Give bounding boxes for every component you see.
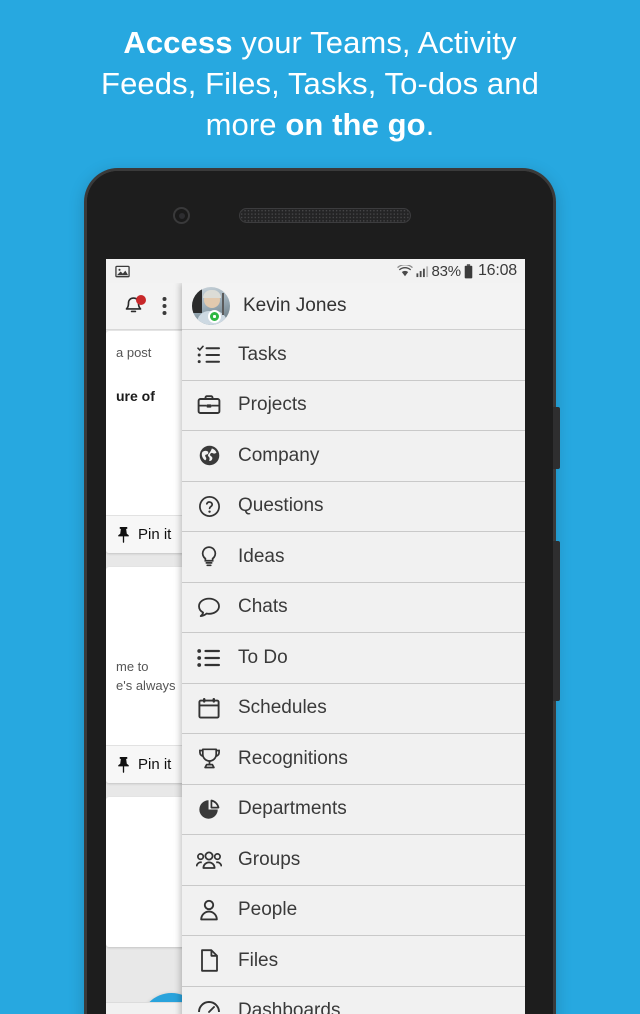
online-status-indicator <box>208 310 221 323</box>
avatar-hair <box>203 290 221 298</box>
headline-line-1: Access your Teams, Activity <box>56 22 584 63</box>
headline-line-1-rest: your Teams, Activity <box>232 25 517 60</box>
pin-it-label: Pin it <box>138 526 172 543</box>
headline-emphasis-access: Access <box>123 25 233 60</box>
clock-label: 16:08 <box>477 262 517 279</box>
menu-item-todo[interactable]: To Do <box>182 633 525 684</box>
earpiece-speaker <box>239 208 411 223</box>
menu-item-label: Dashboards <box>238 1000 341 1014</box>
battery-percent-label: 83% <box>431 262 462 280</box>
menu-item-label: People <box>238 899 298 921</box>
drawer-menu: Tasks Projects Company Questions Ideas C… <box>182 330 525 1014</box>
drawer-user-name: Kevin Jones <box>243 295 347 316</box>
signal-bars-icon <box>415 265 429 278</box>
headline-emphasis-onthego: on the go <box>285 107 426 142</box>
menu-item-people[interactable]: People <box>182 885 525 936</box>
menu-item-label: Schedules <box>238 697 327 719</box>
pie-chart-icon <box>196 798 222 821</box>
file-document-icon <box>196 949 222 972</box>
status-bar-right: 83% 16:08 <box>396 262 517 280</box>
menu-item-label: Chats <box>238 596 288 618</box>
volume-button[interactable] <box>553 407 560 469</box>
front-camera-icon <box>173 207 190 224</box>
page-title: Access your Teams, Activity Feeds, Files… <box>0 22 640 145</box>
calendar-icon <box>196 697 222 719</box>
menu-item-projects[interactable]: Projects <box>182 380 525 431</box>
menu-item-groups[interactable]: Groups <box>182 835 525 886</box>
phone-screen: 83% 16:08 a post ure of Pin it me to e's… <box>106 259 525 1014</box>
dashboard-icon <box>196 1000 222 1014</box>
menu-item-questions[interactable]: Questions <box>182 481 525 532</box>
menu-item-schedules[interactable]: Schedules <box>182 683 525 734</box>
headline-line-3-post: . <box>425 107 435 142</box>
avatar-bg-shape <box>192 287 202 313</box>
image-icon <box>115 264 130 279</box>
wifi-icon <box>396 264 413 278</box>
menu-item-label: Tasks <box>238 343 287 365</box>
menu-item-ideas[interactable]: Ideas <box>182 532 525 583</box>
navigation-drawer: Kevin Jones Tasks Projects Company Quest… <box>182 283 525 1014</box>
menu-item-company[interactable]: Company <box>182 431 525 482</box>
chat-bubble-icon <box>196 596 222 618</box>
briefcase-icon <box>196 394 222 416</box>
status-bar-left <box>115 264 130 279</box>
battery-icon <box>464 263 473 279</box>
phone-top-bezel <box>87 171 553 259</box>
globe-icon <box>196 444 222 467</box>
pushpin-icon <box>116 756 131 773</box>
menu-item-recognitions[interactable]: Recognitions <box>182 734 525 785</box>
bell-icon[interactable] <box>122 294 146 318</box>
bullet-list-icon <box>196 648 222 668</box>
menu-item-label: Groups <box>238 848 301 870</box>
more-vertical-icon[interactable] <box>162 296 167 316</box>
trophy-icon <box>196 747 222 770</box>
drawer-user-header[interactable]: Kevin Jones <box>182 283 525 330</box>
person-icon <box>196 899 222 921</box>
phone-mockup: 83% 16:08 a post ure of Pin it me to e's… <box>84 168 560 1014</box>
menu-item-dashboards[interactable]: Dashboards <box>182 986 525 1014</box>
power-button[interactable] <box>553 541 560 701</box>
menu-item-label: To Do <box>238 646 288 668</box>
headline-line-2: Feeds, Files, Tasks, To-dos and <box>101 66 539 101</box>
menu-item-label: Files <box>238 949 279 971</box>
menu-item-label: Questions <box>238 495 324 517</box>
notification-badge <box>136 294 146 305</box>
menu-item-label: Company <box>238 444 320 466</box>
menu-item-files[interactable]: Files <box>182 936 525 987</box>
avatar-golf-club <box>222 293 224 315</box>
menu-item-label: Projects <box>238 394 307 416</box>
menu-item-label: Departments <box>238 798 347 820</box>
menu-item-tasks[interactable]: Tasks <box>182 330 525 381</box>
pin-it-label: Pin it <box>138 756 172 773</box>
menu-item-label: Ideas <box>238 545 285 567</box>
lightbulb-icon <box>196 545 222 568</box>
headline-line-3-pre: more <box>205 107 286 142</box>
pushpin-icon <box>116 526 131 543</box>
people-group-icon <box>196 850 222 870</box>
menu-item-label: Recognitions <box>238 747 348 769</box>
headline-line-3: more on the go. <box>56 104 584 145</box>
question-circle-icon <box>196 495 222 518</box>
status-bar: 83% 16:08 <box>106 259 525 283</box>
menu-item-departments[interactable]: Departments <box>182 784 525 835</box>
menu-item-chats[interactable]: Chats <box>182 582 525 633</box>
checklist-icon <box>196 344 222 366</box>
